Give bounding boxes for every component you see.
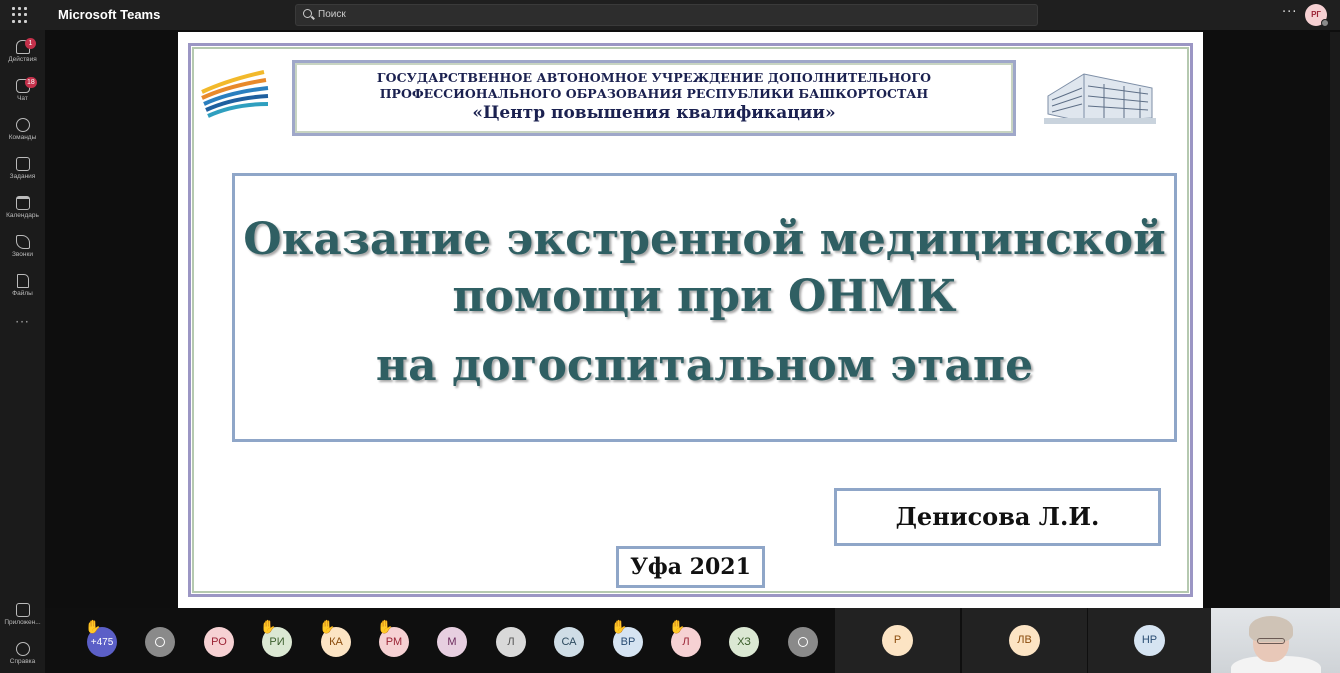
participant-avatar-anonymous[interactable] [788,627,818,657]
files-icon [16,274,29,288]
book-logo-icon [201,70,269,118]
participant-tile[interactable]: Р [835,608,960,673]
rail-item-chat[interactable]: 18 Чат [0,73,45,111]
participant-avatar-anonymous[interactable] [145,627,175,657]
rail-item-apps[interactable]: Приложен... [0,598,45,626]
rail-label: Приложен... [4,619,41,626]
slide-city-year: Уфа 2021 [616,546,765,588]
participant-initials: КА [329,636,343,648]
person-icon [155,637,165,648]
participant-initials: Л [507,636,515,648]
presenter-glasses [1257,638,1285,644]
building-icon [1044,73,1156,124]
participant-avatar[interactable]: Л [496,627,526,657]
raised-hand-icon: ✋ [377,620,394,635]
raised-hand-icon: ✋ [669,620,686,635]
person-icon [798,637,808,648]
participant-initials: Л [682,636,690,648]
participant-avatar: ЛВ [1009,625,1040,656]
rail-label: Действия [8,56,37,63]
rail-item-teams[interactable]: Команды [0,112,45,150]
participant-initials: РИ [269,636,285,648]
participant-avatar: НР [1134,625,1165,656]
participants-bar: Р ЛВ НР +475 ✋ РО РИ ✋ КА ✋ РМ ✋ М Л СА ВР ✋ Л ✋ ХЗ [45,608,1340,673]
assignments-icon [15,157,30,171]
search-input[interactable]: Поиск [295,4,1038,26]
rail-item-help[interactable]: Справка [0,637,45,665]
activity-badge: 1 [25,38,36,49]
apps-icon [15,603,30,617]
rail-item-calendar[interactable]: Календарь [0,190,45,228]
participant-initials: РО [211,636,227,648]
slide-title-line-3: на догоспитальном этапе [375,339,1034,391]
rail-label: Справка [9,658,36,665]
rail-label: Файлы [12,290,33,297]
participant-initials: М [447,636,457,648]
title-bar: Microsoft Teams Поиск ··· РГ [0,0,1340,30]
participant-initials: ХЗ [737,636,751,648]
rail-label: Задания [9,173,36,180]
participant-avatar[interactable]: ХЗ [729,627,759,657]
teams-icon [15,118,30,132]
org-line-2: ПРОФЕССИОНАЛЬНОГО ОБРАЗОВАНИЯ РЕСПУБЛИКИ… [379,86,929,101]
app-launcher-icon[interactable] [12,7,28,23]
rail-item-files[interactable]: Файлы [0,268,45,306]
help-icon [15,642,30,656]
participant-avatar: Р [882,625,913,656]
rail-item-assignments[interactable]: Задания [0,151,45,189]
search-icon [303,9,312,18]
participant-avatar[interactable]: М [437,627,467,657]
self-video-tile[interactable] [1211,608,1340,673]
calendar-icon [15,196,30,210]
rail-item-activity[interactable]: 1 Действия [0,34,45,72]
raised-hand-icon: ✋ [260,620,277,635]
presence-status-icon [1321,19,1329,27]
org-line-1: ГОСУДАРСТВЕННОЕ АВТОНОМНОЕ УЧРЕЖДЕНИЕ ДО… [376,70,932,85]
app-title: Microsoft Teams [58,7,161,22]
rail-label: Звонки [12,251,33,258]
participant-tile[interactable]: НР [1088,608,1211,673]
rail-item-calls[interactable]: Звонки [0,229,45,267]
participant-tile[interactable]: ЛВ [962,608,1087,673]
chat-badge: 18 [25,77,37,88]
slide-author: Денисова Л.И. [834,488,1161,546]
rail-label: Команды [8,134,37,141]
raised-hand-icon: ✋ [611,620,628,635]
rail-label: Чат [17,95,28,102]
more-options-button[interactable]: ··· [1282,5,1297,20]
participant-initials: РМ [385,636,403,648]
raised-hand-icon: ✋ [319,620,336,635]
app-rail: 1 Действия 18 Чат Команды Задания Календ… [0,30,45,673]
organization-header: ГОСУДАРСТВЕННОЕ АВТОНОМНОЕ УЧРЕЖДЕНИЕ ДО… [292,60,1016,136]
participant-initials: +475 [90,637,114,648]
participant-initials: ВР [620,636,636,648]
slide-title-line-1: Оказание экстренной медицинской [243,214,1166,265]
participant-initials: СА [561,636,577,648]
phone-icon [15,235,30,249]
org-name: «Центр повышения квалификации» [472,103,836,123]
slide-title-box: Оказание экстренной медицинской помощи п… [232,173,1177,442]
slide-title-line-2: помощи при ОНМК [452,270,957,322]
shared-slide: ГОСУДАРСТВЕННОЕ АВТОНОМНОЕ УЧРЕЖДЕНИЕ ДО… [178,32,1203,608]
rail-label: Календарь [6,212,39,219]
raised-hand-icon: ✋ [85,620,102,635]
participant-avatar[interactable]: РО [204,627,234,657]
rail-more-button[interactable]: ··· [0,315,45,329]
stage-scrollbar[interactable] [1330,32,1340,608]
participant-avatar[interactable]: СА [554,627,584,657]
